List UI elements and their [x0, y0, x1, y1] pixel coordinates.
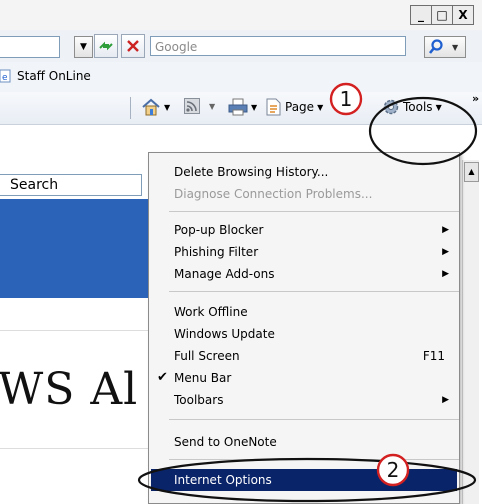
annotation-overlay: 1 2	[137, 82, 478, 503]
step-1-label: 1	[340, 87, 353, 111]
internet-options-highlight-ellipse	[137, 457, 477, 503]
step-2-label: 2	[387, 458, 400, 482]
tools-highlight-ellipse	[368, 96, 478, 166]
